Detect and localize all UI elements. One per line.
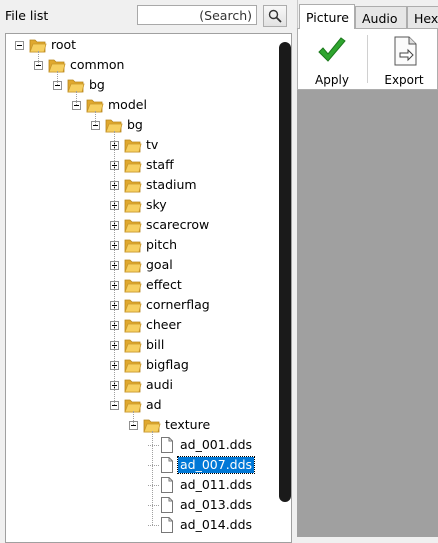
search-button[interactable] — [263, 5, 287, 27]
file-label: ad_007.dds — [176, 456, 256, 474]
file-icon — [161, 437, 173, 453]
folder-label: effect — [146, 277, 182, 292]
tree-folder-item[interactable]: audi — [6, 375, 271, 395]
file-icon — [161, 457, 173, 473]
apply-label: Apply — [315, 73, 349, 87]
folder-label: root — [51, 37, 77, 52]
folder-label: bigflag — [146, 357, 189, 372]
folder-icon — [124, 179, 142, 193]
folder-icon — [124, 199, 142, 213]
tree-folder-item[interactable]: model — [6, 95, 271, 115]
search-icon — [268, 9, 282, 23]
tree-folder-item[interactable]: goal — [6, 255, 271, 275]
tree-folder-item[interactable]: bg — [6, 75, 271, 95]
preview-area — [297, 90, 438, 537]
tab-picture[interactable]: Picture — [299, 4, 355, 29]
tree-folder-item[interactable]: staff — [6, 155, 271, 175]
search-input[interactable] — [137, 5, 257, 25]
file-label: ad_013.dds — [180, 497, 253, 512]
file-label: ad_011.dds — [180, 477, 253, 492]
folder-icon — [124, 279, 142, 293]
tree-file-item[interactable]: ad_013.dds — [6, 495, 271, 515]
toolbar-separator — [367, 35, 368, 83]
tree-folder-item[interactable]: tv — [6, 135, 271, 155]
file-icon — [161, 517, 173, 533]
folder-icon — [124, 139, 142, 153]
folder-icon — [124, 219, 142, 233]
tree-file-item[interactable]: ad_011.dds — [6, 475, 271, 495]
tree-folder-item[interactable]: scarecrow — [6, 215, 271, 235]
tree-folder-item[interactable]: bigflag — [6, 355, 271, 375]
tree-folder-item[interactable]: common — [6, 55, 271, 75]
panel-title: File list — [5, 8, 49, 23]
checkmark-icon — [318, 37, 346, 62]
tree-folder-item[interactable]: cheer — [6, 315, 271, 335]
tree-folder-item[interactable]: stadium — [6, 175, 271, 195]
tree-folder-item[interactable]: texture — [6, 415, 271, 435]
tree-folder-item[interactable]: sky — [6, 195, 271, 215]
file-tree[interactable]: root common bg model bg tv staff stadium sky scar… — [5, 33, 292, 543]
folder-label: pitch — [146, 237, 178, 252]
file-label: ad_001.dds — [180, 437, 253, 452]
file-icon — [161, 497, 173, 513]
folder-label: cornerflag — [146, 297, 210, 312]
tab-hex[interactable]: Hex — [407, 6, 438, 28]
file-icon — [161, 477, 173, 493]
apply-button[interactable]: Apply — [302, 33, 362, 87]
export-label: Export — [384, 73, 424, 87]
folder-icon — [124, 339, 142, 353]
folder-label: goal — [146, 257, 173, 272]
folder-label: cheer — [146, 317, 182, 332]
folder-label: bill — [146, 337, 165, 352]
folder-icon — [124, 379, 142, 393]
folder-label: common — [70, 57, 125, 72]
folder-label: audi — [146, 377, 173, 392]
tree-file-item[interactable]: ad_001.dds — [6, 435, 271, 455]
tree-folder-item[interactable]: root — [6, 35, 271, 55]
folder-label: staff — [146, 157, 174, 172]
folder-icon — [124, 319, 142, 333]
folder-label: sky — [146, 197, 167, 212]
folder-icon — [124, 259, 142, 273]
preview-panel: Picture Audio Hex Apply Export — [297, 0, 438, 537]
tree-folder-item[interactable]: cornerflag — [6, 295, 271, 315]
folder-icon — [124, 359, 142, 373]
folder-label: bg — [127, 117, 143, 132]
tree-folder-item[interactable]: pitch — [6, 235, 271, 255]
tree-folder-item[interactable]: effect — [6, 275, 271, 295]
tab-audio[interactable]: Audio — [355, 6, 407, 28]
folder-label: ad — [146, 397, 162, 412]
tree-folder-item[interactable]: bill — [6, 335, 271, 355]
preview-toolbar: Apply Export — [297, 28, 438, 90]
folder-label: texture — [165, 417, 211, 432]
folder-icon — [124, 239, 142, 253]
folder-label: stadium — [146, 177, 197, 192]
tree-folder-item[interactable]: bg — [6, 115, 271, 135]
file-label: ad_014.dds — [180, 517, 253, 532]
folder-label: tv — [146, 137, 159, 152]
folder-icon — [124, 299, 142, 313]
folder-label: model — [108, 97, 147, 112]
folder-label: bg — [89, 77, 105, 92]
export-document-icon — [394, 36, 417, 66]
scrollbar-thumb[interactable] — [279, 42, 291, 502]
folder-label: scarecrow — [146, 217, 210, 232]
folder-icon — [124, 159, 142, 173]
tree-file-item[interactable]: ad_014.dds — [6, 515, 271, 535]
collapse-icon[interactable] — [15, 41, 24, 50]
tree-file-item[interactable]: ad_007.dds — [6, 455, 271, 475]
export-button[interactable]: Export — [374, 33, 434, 87]
tree-folder-item[interactable]: ad — [6, 395, 271, 415]
